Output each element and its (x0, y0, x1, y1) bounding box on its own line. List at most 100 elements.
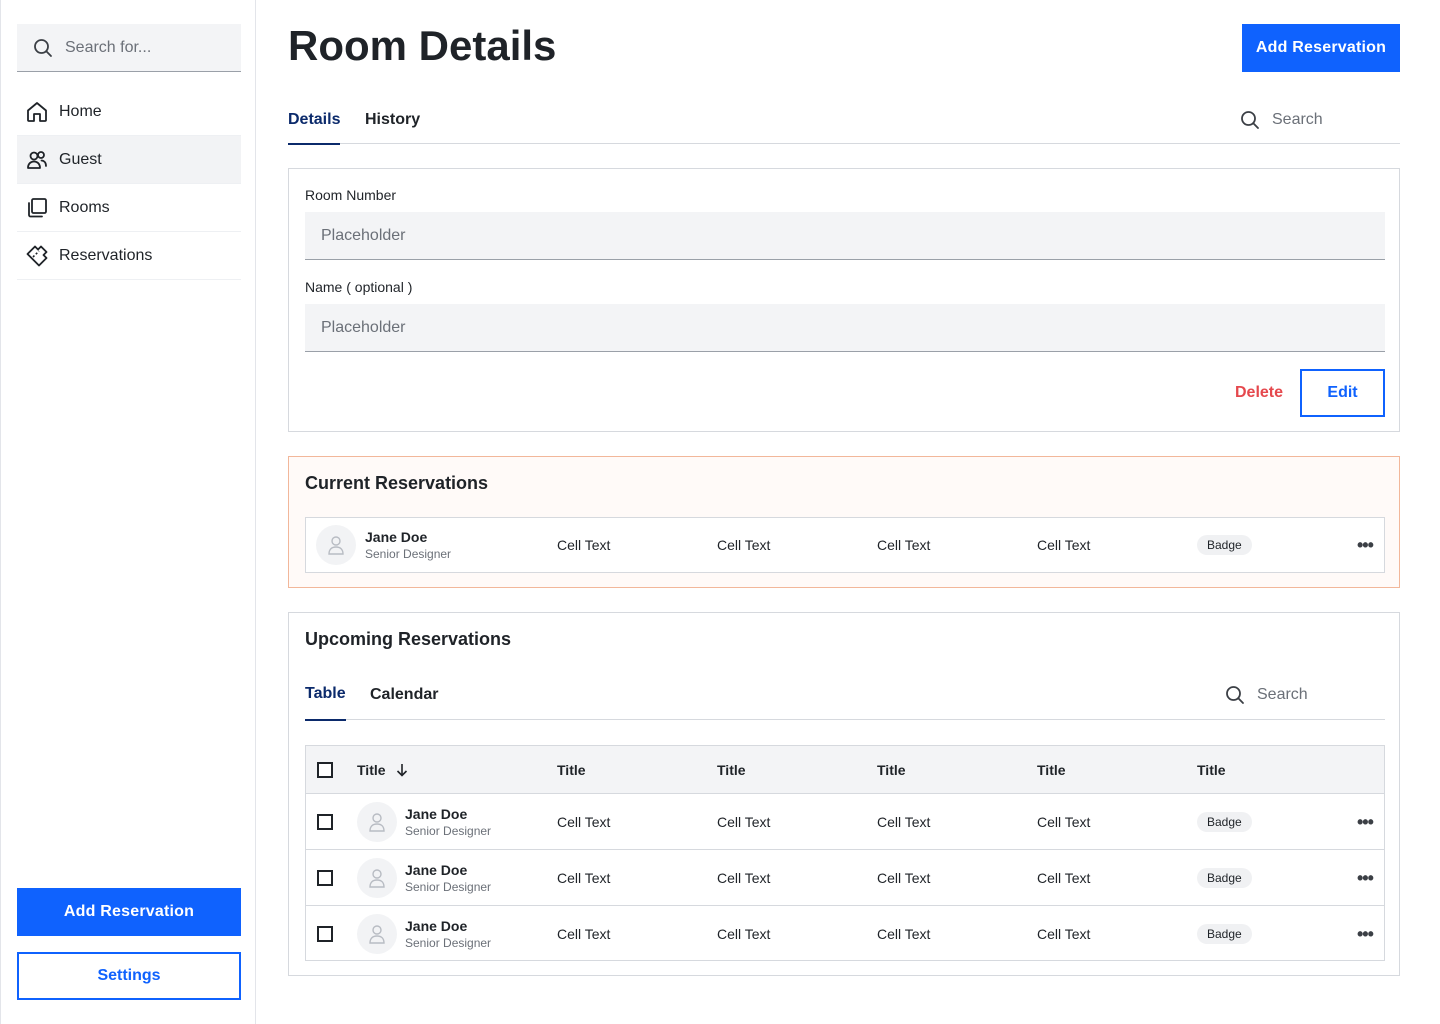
sidebar-item-reservations[interactable]: Reservations (17, 232, 241, 280)
cell-text: Cell Text (1037, 869, 1091, 886)
search-icon (1241, 111, 1259, 129)
delete-button[interactable]: Delete (1209, 369, 1309, 417)
column-title[interactable]: Title (1197, 762, 1226, 778)
avatar (357, 914, 397, 954)
cell-text: Cell Text (1037, 813, 1091, 830)
cell-text: Cell Text (877, 869, 931, 886)
status-badge: Badge (1197, 867, 1252, 888)
sidebar-item-guest[interactable]: Guest (17, 136, 241, 184)
column-title[interactable]: Title (877, 762, 906, 778)
sort-down-icon (396, 763, 407, 777)
sidebar-nav: Home Guest Rooms Reservations (17, 88, 241, 280)
search-icon (1226, 686, 1244, 704)
room-number-field[interactable]: Placeholder (305, 212, 1385, 260)
edit-button[interactable]: Edit (1300, 369, 1385, 417)
tab-details[interactable]: Details (288, 96, 341, 145)
users-icon (27, 150, 47, 169)
ticket-icon (26, 245, 48, 266)
settings-button[interactable]: Settings (17, 952, 241, 1000)
cell-text: Cell Text (717, 926, 771, 942)
room-details-card: Room Number Placeholder Name ( optional … (288, 168, 1400, 432)
column-header-sortable[interactable]: Title (357, 762, 408, 778)
table-row[interactable]: Jane Doe Senior Designer Cell Text Cell … (306, 794, 1384, 850)
add-reservation-button[interactable]: Add Reservation (1242, 24, 1400, 72)
person-info: Jane Doe Senior Designer (365, 529, 451, 561)
home-icon (27, 101, 47, 122)
cell-text: Cell Text (717, 813, 771, 830)
sidebar-add-reservation-button[interactable]: Add Reservation (17, 888, 241, 936)
row-checkbox[interactable] (317, 813, 333, 830)
sidebar-item-label: Reservations (59, 246, 153, 264)
cell-text: Cell Text (877, 926, 931, 942)
sidebar-search-input[interactable]: Search for... (17, 24, 241, 72)
sidebar-item-home[interactable]: Home (17, 88, 241, 136)
more-options-icon[interactable]: ••• (1357, 536, 1374, 554)
cell-text: Cell Text (717, 537, 771, 553)
name-label: Name ( optional ) (305, 279, 413, 295)
status-badge: Badge (1197, 924, 1252, 944)
user-icon (369, 812, 385, 832)
column-title[interactable]: Title (557, 762, 586, 778)
rooms-icon (28, 197, 47, 217)
sidebar: Search for... Home Guest Rooms Reservati… (0, 0, 256, 1024)
avatar (316, 525, 356, 565)
cell-text: Cell Text (557, 537, 611, 553)
table-row[interactable]: Jane Doe Senior Designer Cell Text Cell … (306, 850, 1384, 906)
more-options-icon[interactable]: ••• (1357, 869, 1374, 887)
more-options-icon[interactable]: ••• (1357, 813, 1374, 831)
sidebar-item-rooms[interactable]: Rooms (17, 184, 241, 232)
name-field[interactable]: Placeholder (305, 304, 1385, 352)
upcoming-reservations-card: Upcoming Reservations Table Calendar Sea… (288, 612, 1400, 976)
user-icon (369, 925, 385, 944)
upcoming-tabs: Table Calendar Search (305, 669, 1385, 721)
column-title: Title (357, 761, 386, 778)
status-badge: Badge (1197, 535, 1252, 555)
tab-history[interactable]: History (365, 96, 420, 144)
current-reservations-title: Current Reservations (305, 473, 489, 493)
person-role: Senior Designer (365, 547, 452, 561)
search-placeholder: Search (1272, 111, 1323, 128)
sidebar-item-label: Guest (59, 150, 102, 168)
cell-text: Cell Text (877, 813, 931, 830)
cell-text: Cell Text (557, 813, 611, 830)
user-icon (369, 868, 385, 888)
status-badge: Badge (1197, 811, 1252, 832)
sidebar-search-placeholder: Search for... (65, 38, 152, 56)
cell-text: Cell Text (557, 926, 611, 942)
person-role: Senior Designer (405, 936, 492, 950)
upcoming-reservations-title: Upcoming Reservations (305, 629, 512, 649)
table-header: Title Title Title Title Title Title (306, 746, 1384, 794)
user-icon (328, 536, 344, 555)
person-info: Jane Doe Senior Designer (405, 918, 491, 950)
avatar (357, 801, 397, 842)
person-role: Senior Designer (405, 879, 492, 894)
sidebar-item-label: Rooms (59, 198, 110, 216)
avatar (357, 857, 397, 898)
tab-calendar[interactable]: Calendar (370, 669, 438, 721)
current-reservations-card: Current Reservations Jane Doe Senior Des… (288, 456, 1400, 588)
reservations-table: Title Title Title Title Title Title Jane… (305, 745, 1385, 961)
page-title: Room Details (288, 22, 557, 69)
table-row[interactable]: Jane Doe Senior Designer Cell Text Cell … (306, 906, 1384, 962)
upcoming-search-input[interactable]: Search (1207, 669, 1385, 721)
row-checkbox[interactable] (317, 926, 333, 942)
person-role: Senior Designer (405, 823, 492, 838)
cell-text: Cell Text (557, 869, 611, 886)
room-number-label: Room Number (305, 187, 397, 203)
person-name: Jane Doe (405, 805, 468, 822)
person-name: Jane Doe (405, 861, 468, 878)
more-options-icon[interactable]: ••• (1357, 925, 1374, 943)
row-checkbox[interactable] (317, 869, 333, 886)
cell-text: Cell Text (1037, 926, 1091, 942)
search-icon (34, 38, 52, 57)
tab-search-input[interactable]: Search (1222, 96, 1400, 144)
person-info: Jane Doe Senior Designer (405, 806, 491, 838)
tab-table[interactable]: Table (305, 669, 346, 721)
column-title[interactable]: Title (1037, 762, 1066, 778)
page-tabs: Details History Search (288, 96, 1400, 145)
cell-text: Cell Text (877, 537, 931, 553)
select-all-checkbox[interactable] (317, 761, 333, 778)
column-title[interactable]: Title (717, 762, 746, 778)
person-name: Jane Doe (365, 529, 428, 545)
table-row[interactable]: Jane Doe Senior Designer Cell Text Cell … (305, 517, 1385, 573)
